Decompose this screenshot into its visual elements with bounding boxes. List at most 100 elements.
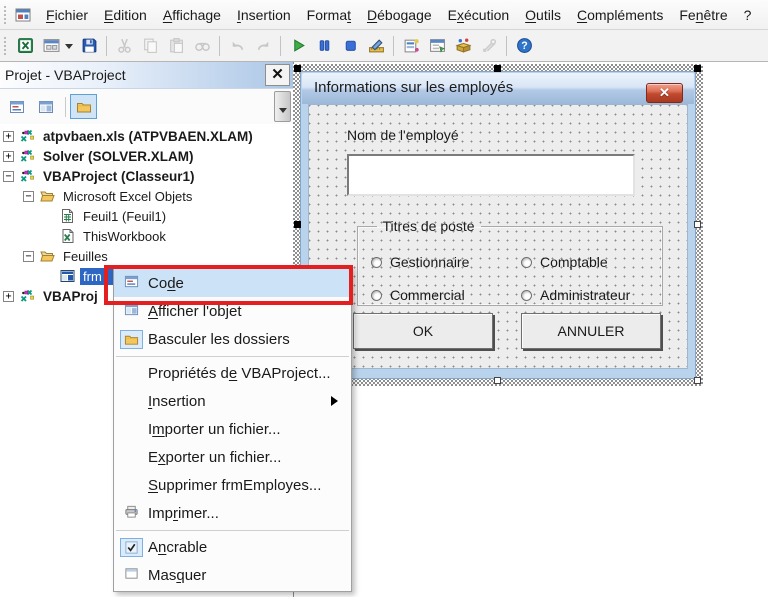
resize-handle-top-right[interactable] [694,65,701,72]
view-code-icon [123,274,140,293]
reset-icon[interactable] [338,34,362,58]
tree-expand-toggle[interactable]: + [3,290,14,302]
workbook-icon [59,228,76,244]
find-icon [190,34,214,58]
menubar-item-insertion[interactable]: Insertion [229,2,299,28]
context-menu-item-ancrable[interactable]: Ancrable [114,533,351,561]
radio-option-comptable[interactable]: Comptable [521,254,654,270]
tree-item-label: VBAProj [43,288,98,304]
properties-window-icon[interactable] [425,34,449,58]
userform-titlebar: Informations sur les employés ✕ [302,73,694,104]
excel-icon[interactable] [13,34,37,58]
tree-item-vbaproject-classeur1[interactable]: − VBAProject (Classeur1) [0,166,293,186]
view-code-icon[interactable] [3,94,30,119]
userform-window: Informations sur les employés ✕ Nom de l… [300,71,696,379]
menubar-item-execution[interactable]: Exécution [440,2,518,28]
tree-expand-toggle[interactable]: − [23,250,34,262]
radio-option-label: Gestionnaire [390,254,470,270]
radio-button-icon[interactable] [371,256,382,268]
context-menu-item-label: Importer un fichier... [148,420,281,438]
context-menu-item-code[interactable]: Code [114,269,351,297]
userform-window-icon[interactable] [14,7,32,23]
resize-handle-right-middle[interactable] [694,221,701,228]
context-menu-item-importer-fichier[interactable]: Importer un fichier... [114,415,351,443]
folder-open-icon [39,248,56,264]
cut-icon [112,34,136,58]
ok-button[interactable]: OK [353,313,493,349]
context-menu-item-proprietes-vbaproject[interactable]: Propriétés de VBAProject... [114,359,351,387]
save-icon[interactable] [77,34,101,58]
tree-item-feuil1[interactable]: Feuil1 (Feuil1) [0,206,293,226]
tree-item-solver[interactable]: + Solver (SOLVER.XLAM) [0,146,293,166]
resize-handle-bottom-right[interactable] [694,377,701,384]
context-menu-item-supprimer-frmemployes[interactable]: Supprimer frmEmployes... [114,471,351,499]
break-icon[interactable] [312,34,336,58]
toggle-folders-icon[interactable] [70,94,97,119]
menubar-item-format[interactable]: Format [299,2,359,28]
radio-button-icon[interactable] [521,289,532,301]
insert-userform-icon[interactable] [39,34,63,58]
toolbar-separator [219,35,220,56]
context-menu-item-label: Imprimer... [148,504,219,522]
dropdown-arrow-icon[interactable] [65,44,73,53]
context-menu-item-label: Masquer [148,566,207,584]
run-icon[interactable] [286,34,310,58]
resize-handle-top-left[interactable] [294,65,301,72]
menubar-grip[interactable] [3,4,8,25]
tree-item-label: Microsoft Excel Objets [63,188,193,204]
context-menu-item-exporter-fichier[interactable]: Exporter un fichier... [114,443,351,471]
tree-item-atpvbaen[interactable]: + atpvbaen.xls (ATPVBAEN.XLAM) [0,126,293,146]
help-icon[interactable]: ? [512,34,536,58]
main-toolbar: ? [0,30,768,62]
menubar-item-debogage[interactable]: Débogage [359,2,440,28]
radio-option-administrateur[interactable]: Administrateur [521,287,654,303]
menubar-item-outils[interactable]: Outils [517,2,569,28]
cancel-button[interactable]: ANNULER [521,313,661,349]
sheet-icon [59,208,76,224]
menubar-item-edition[interactable]: Edition [96,2,155,28]
resize-handle-top-center[interactable] [494,65,501,72]
menubar-item-fichier[interactable]: Fichier [38,2,96,28]
tree-expand-toggle[interactable]: + [3,130,14,142]
context-menu-item-label: Insertion [148,392,206,410]
resize-handle-left-middle[interactable] [294,221,301,228]
menubar-item-complements[interactable]: Compléments [569,2,671,28]
context-menu-item-insertion[interactable]: Insertion [114,387,351,415]
tree-item-label: Feuilles [63,248,108,264]
toolbar-separator [393,35,394,56]
radio-button-icon[interactable] [371,289,382,301]
userform-close-button[interactable]: ✕ [646,83,683,103]
radio-button-icon[interactable] [521,256,532,268]
context-menu-item-imprimer[interactable]: Imprimer... [114,499,351,527]
project-icon [19,288,36,304]
tree-expand-toggle[interactable]: − [23,190,34,202]
vba-editor-window: Fichier Edition Affichage Insertion Format Dé… [0,0,768,597]
tree-item-thisworkbook[interactable]: ThisWorkbook [0,226,293,246]
copy-icon [138,34,162,58]
tree-item-label: Solver (SOLVER.XLAM) [43,148,194,164]
menubar-item-aide[interactable]: ? [736,2,760,28]
resize-handle-bottom-center[interactable] [494,377,501,384]
menubar-item-fenetre[interactable]: Fenêtre [671,2,735,28]
project-panel-scroll-button[interactable] [274,91,291,122]
menubar-item-affichage[interactable]: Affichage [155,2,229,28]
project-explorer-icon[interactable] [399,34,423,58]
employee-name-input[interactable] [347,154,635,196]
radio-option-gestionnaire[interactable]: Gestionnaire [371,254,521,270]
toolbox-icon [477,34,501,58]
project-panel-close-button[interactable]: ✕ [265,64,290,86]
radio-option-label: Comptable [540,254,608,270]
radio-option-commercial[interactable]: Commercial [371,287,521,303]
context-menu-item-basculer-dossiers[interactable]: Basculer les dossiers [114,325,351,353]
tree-expand-toggle[interactable]: + [3,150,14,162]
context-menu-item-masquer[interactable]: Masquer [114,561,351,589]
tree-item-feuilles[interactable]: − Feuilles [0,246,293,266]
design-mode-icon[interactable] [364,34,388,58]
tree-expand-toggle[interactable]: − [3,170,14,182]
toolbar-grip[interactable] [3,35,8,56]
object-browser-icon[interactable] [451,34,475,58]
view-object-icon[interactable] [32,94,59,119]
project-panel-header: Projet - VBAProject ✕ [0,62,293,89]
tree-item-microsoft-excel-objets[interactable]: − Microsoft Excel Objets [0,186,293,206]
context-menu-item-afficher-objet[interactable]: Afficher l'objet [114,297,351,325]
